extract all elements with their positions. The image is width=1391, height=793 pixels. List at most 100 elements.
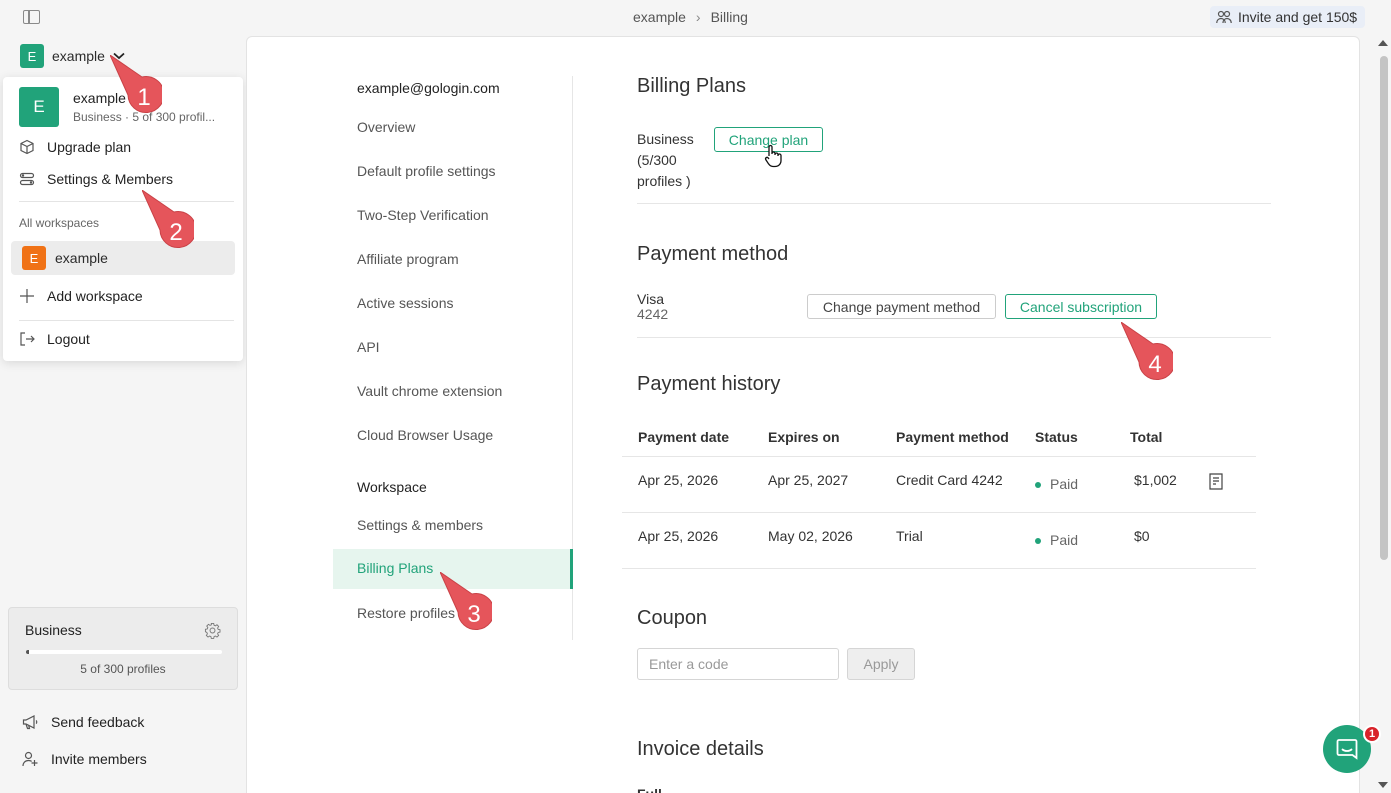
payment-method-title: Payment method	[637, 243, 789, 265]
add-user-icon	[22, 751, 38, 767]
invite-reward-label: Invite and get 150$	[1238, 9, 1358, 25]
nav-affiliate-program[interactable]: Affiliate program	[357, 251, 459, 267]
invoice-field-label: Full	[637, 786, 662, 793]
nav-active-sessions[interactable]: Active sessions	[357, 295, 453, 311]
step-number: 2	[169, 219, 182, 246]
upgrade-plan-item[interactable]: Upgrade plan	[19, 139, 131, 155]
plan-usage-count: 5 of 300 profiles	[80, 662, 166, 676]
cancel-subscription-button[interactable]: Cancel subscription	[1005, 294, 1157, 319]
column-total: Total	[1130, 429, 1163, 445]
logout-item[interactable]: Logout	[19, 331, 90, 347]
change-payment-method-button[interactable]: Change payment method	[807, 294, 996, 319]
upgrade-plan-label: Upgrade plan	[47, 139, 132, 155]
invite-members-label: Invite members	[51, 751, 147, 767]
breadcrumb-workspace[interactable]: example	[633, 9, 686, 25]
dropdown-divider	[19, 320, 234, 321]
status-dot	[1035, 538, 1041, 545]
all-workspaces-label: All workspaces	[19, 216, 100, 230]
nav-settings-members[interactable]: Settings & members	[357, 517, 483, 533]
card-last4: 4242	[637, 306, 669, 322]
sidebar-toggle-icon[interactable]	[23, 10, 40, 24]
row-status-label: Paid	[1050, 476, 1079, 492]
workspace-avatar: E	[20, 44, 44, 68]
settings-members-item[interactable]: Settings & Members	[19, 171, 173, 187]
billing-plans-title: Billing Plans	[637, 75, 746, 97]
row-status: Paid	[1035, 476, 1078, 492]
plan-line-3: profiles )	[637, 173, 691, 189]
nav-two-step-verification[interactable]: Two-Step Verification	[357, 207, 489, 223]
workspace-item-name: example	[55, 250, 108, 266]
current-workspace-avatar: E	[19, 87, 59, 127]
column-payment-method: Payment method	[896, 429, 1009, 445]
megaphone-icon	[22, 715, 38, 730]
send-feedback-link[interactable]: Send feedback	[22, 714, 144, 730]
step-callout-3: 3	[440, 572, 492, 631]
plan-usage-card: Business 5 of 300 profiles	[8, 607, 238, 690]
plan-name: Business	[25, 622, 82, 638]
nav-billing-plans-label: Billing Plans	[357, 560, 434, 576]
invite-members-link[interactable]: Invite members	[22, 751, 147, 767]
row-payment-method: Trial	[896, 528, 923, 544]
column-expires-on: Expires on	[768, 429, 840, 445]
step-callout-1: 1	[110, 55, 162, 114]
plan-usage-fill	[26, 650, 30, 654]
account-email: example@gologin.com	[357, 80, 500, 96]
coupon-input[interactable]	[637, 648, 839, 680]
send-feedback-label: Send feedback	[51, 714, 145, 730]
status-dot	[1035, 482, 1041, 489]
add-workspace-item[interactable]: Add workspace	[19, 288, 143, 304]
apply-coupon-button[interactable]: Apply	[847, 648, 915, 680]
workspace-name: example	[52, 48, 105, 64]
workspace-item-example[interactable]: E example	[11, 241, 235, 275]
add-workspace-label: Add workspace	[47, 288, 143, 304]
row-expires-on: Apr 25, 2027	[768, 472, 849, 488]
scrollbar-thumb[interactable]	[1380, 56, 1388, 560]
section-divider	[637, 337, 1271, 338]
top-bar: example › Billing Invite and get 150$	[0, 0, 1391, 36]
table-divider	[622, 512, 1256, 513]
card-brand: Visa	[637, 291, 664, 307]
coupon-title: Coupon	[637, 607, 708, 629]
table-divider	[622, 568, 1256, 569]
receipt-icon[interactable]	[1209, 473, 1223, 490]
plus-icon	[20, 289, 34, 303]
nav-workspace-heading: Workspace	[357, 479, 427, 495]
scroll-down-icon[interactable]	[1378, 782, 1388, 788]
workspace-item-avatar: E	[22, 246, 46, 270]
step-number: 1	[137, 84, 150, 111]
nav-default-profile-settings[interactable]: Default profile settings	[357, 163, 496, 179]
scroll-up-icon[interactable]	[1378, 40, 1388, 46]
settings-members-label: Settings & Members	[47, 171, 174, 187]
step-callout-4: 4	[1121, 322, 1173, 381]
invite-reward-button[interactable]: Invite and get 150$	[1210, 6, 1366, 28]
row-total: $0	[1134, 528, 1150, 544]
nav-cloud-browser-usage[interactable]: Cloud Browser Usage	[357, 427, 493, 443]
people-icon	[1216, 10, 1232, 24]
step-callout-2: 2	[142, 190, 194, 249]
settings-nav: example@gologin.com Overview Default pro…	[333, 76, 573, 640]
breadcrumb-page: Billing	[710, 9, 748, 25]
breadcrumb: example › Billing	[633, 9, 748, 25]
row-payment-date: Apr 25, 2026	[638, 472, 719, 488]
row-payment-method: Credit Card 4242	[896, 472, 1003, 488]
row-status: Paid	[1035, 532, 1078, 548]
box-icon	[20, 139, 34, 155]
plan-usage-bar	[26, 650, 222, 654]
nav-api[interactable]: API	[357, 339, 380, 355]
chat-icon	[1336, 739, 1358, 760]
row-expires-on: May 02, 2026	[768, 528, 853, 544]
column-status: Status	[1035, 429, 1078, 445]
chat-notification-badge: 1	[1363, 725, 1381, 743]
invoice-details-title: Invoice details	[637, 738, 764, 760]
row-status-label: Paid	[1050, 532, 1079, 548]
nav-overview[interactable]: Overview	[357, 119, 415, 135]
chevron-right-icon: ›	[695, 9, 701, 25]
logout-label: Logout	[47, 331, 90, 347]
step-number: 4	[1148, 351, 1161, 378]
plan-line-2: (5/300	[637, 152, 677, 168]
section-divider	[637, 203, 1271, 204]
nav-vault-chrome-extension[interactable]: Vault chrome extension	[357, 383, 502, 399]
gear-icon[interactable]	[204, 622, 221, 639]
settings-sliders-icon	[19, 172, 35, 186]
hand-cursor-icon	[764, 144, 782, 168]
